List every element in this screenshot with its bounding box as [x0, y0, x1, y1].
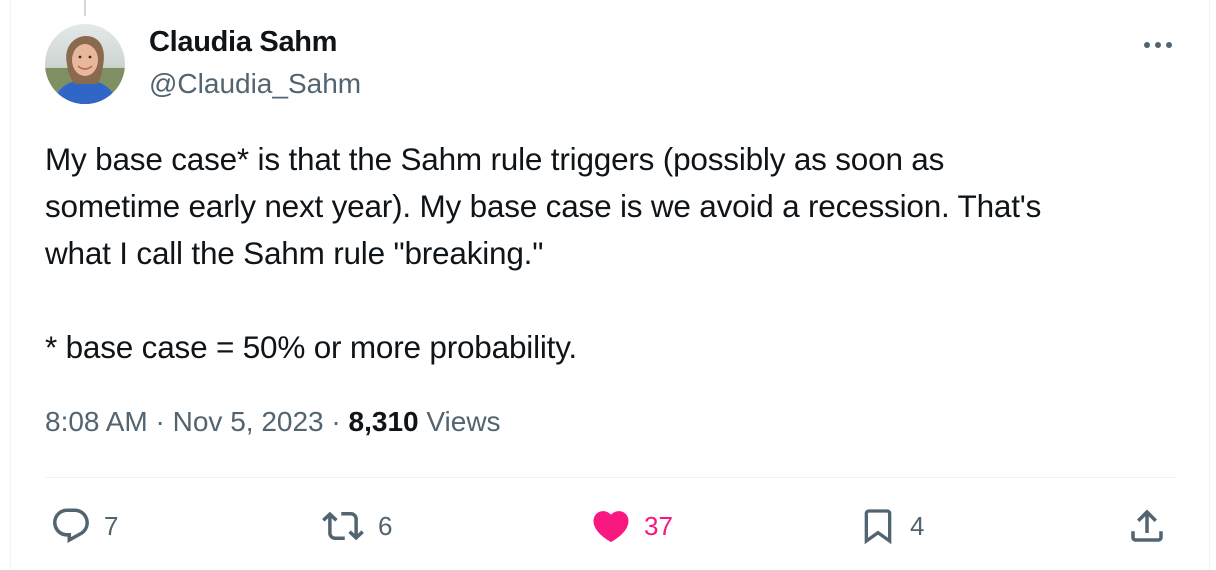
- tweet-text-line: sometime early next year). My base case …: [45, 188, 1042, 224]
- bookmark-count: 4: [910, 510, 925, 541]
- retweet-icon: [322, 511, 364, 541]
- like-button[interactable]: 37: [590, 505, 673, 547]
- tweet-date[interactable]: Nov 5, 2023: [173, 406, 324, 437]
- tweet-text-line: what I call the Sahm rule "breaking.": [45, 235, 544, 271]
- meta-separator: ·: [155, 406, 165, 437]
- bookmark-button[interactable]: 4: [858, 505, 924, 547]
- tweet-text-line: My base case* is that the Sahm rule trig…: [45, 141, 945, 177]
- more-options-button[interactable]: [1140, 30, 1176, 60]
- tweet-card: Claudia Sahm @Claudia_Sahm My base case*…: [0, 0, 1216, 570]
- share-button[interactable]: [1126, 505, 1168, 547]
- retweet-button[interactable]: 6: [320, 505, 392, 547]
- profile-photo-icon: [45, 24, 125, 104]
- tweet-time[interactable]: 8:08 AM: [45, 406, 148, 437]
- card-left-border: [10, 0, 11, 570]
- meta-separator: ·: [331, 406, 341, 437]
- card-right-border: [1209, 0, 1210, 570]
- divider: [45, 477, 1176, 478]
- views-count: 8,310: [348, 406, 419, 437]
- heart-filled-icon: [593, 511, 629, 543]
- more-dots-icon: [1144, 42, 1172, 48]
- reply-icon: [53, 508, 89, 543]
- bookmark-icon: [864, 509, 892, 545]
- reply-button[interactable]: 7: [50, 505, 118, 547]
- tweet-meta: 8:08 AM · Nov 5, 2023 · 8,310 Views: [45, 406, 501, 438]
- author-name[interactable]: Claudia Sahm: [149, 26, 337, 59]
- tweet-text-footnote: * base case = 50% or more probability.: [45, 329, 577, 365]
- avatar[interactable]: [45, 24, 125, 104]
- share-icon: [1131, 509, 1163, 542]
- tweet-text: My base case* is that the Sahm rule trig…: [45, 136, 1175, 371]
- like-count: 37: [644, 510, 673, 541]
- author-handle[interactable]: @Claudia_Sahm: [149, 68, 361, 100]
- reply-count: 7: [104, 510, 119, 541]
- retweet-count: 6: [378, 510, 393, 541]
- thread-connector-line: [84, 0, 86, 16]
- views-label: Views: [426, 406, 501, 437]
